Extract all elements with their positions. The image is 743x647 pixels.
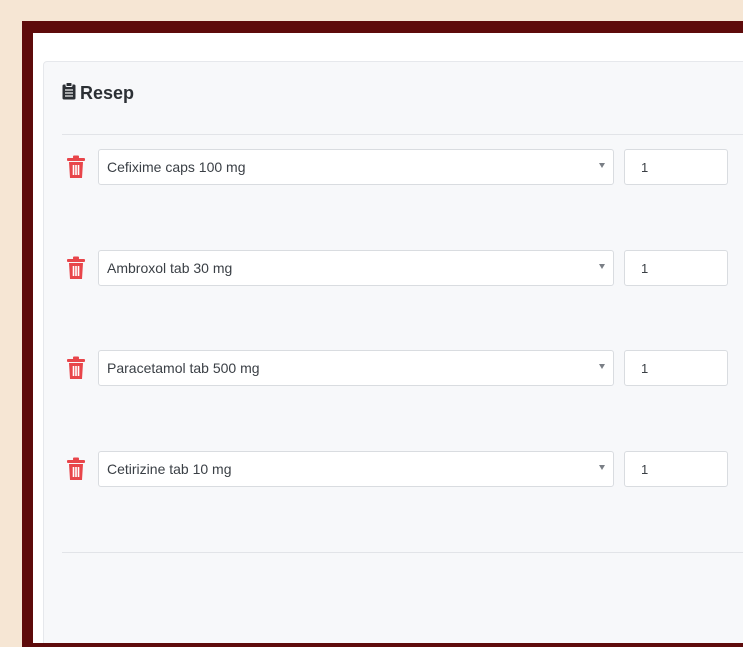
drug-select-value: Cefixime caps 100 mg	[107, 159, 246, 175]
caret-down-icon	[599, 264, 605, 269]
recipe-row: Paracetamol tab 500 mg	[64, 349, 728, 387]
drug-select-value: Paracetamol tab 500 mg	[107, 360, 260, 376]
caret-down-icon	[599, 465, 605, 470]
quantity-input[interactable]	[624, 451, 728, 487]
recipe-row: Ambroxol tab 30 mg	[64, 249, 728, 287]
panel-header: Resep	[62, 82, 134, 105]
panel-title: Resep	[80, 83, 135, 103]
caret-down-icon	[599, 163, 605, 168]
trash-icon	[67, 155, 85, 178]
quantity-input[interactable]	[624, 149, 728, 185]
clipboard-icon	[62, 82, 76, 105]
trash-icon	[67, 457, 85, 480]
drug-select-value: Ambroxol tab 30 mg	[107, 260, 233, 276]
drug-select[interactable]: Ambroxol tab 30 mg	[98, 250, 614, 286]
screen: Resep Cefixime caps 100 mg 1 Ambroxol ta…	[33, 33, 743, 643]
delete-item-button[interactable]	[64, 456, 88, 482]
drug-select[interactable]: Paracetamol tab 500 mg	[98, 350, 614, 386]
quantity-input[interactable]	[624, 250, 728, 286]
delete-item-button[interactable]	[64, 154, 88, 180]
footer-divider	[62, 552, 743, 553]
recipe-row: Cefixime caps 100 mg	[64, 148, 728, 186]
drug-select-value: Cetirizine tab 10 mg	[107, 461, 232, 477]
drug-select[interactable]: Cefixime caps 100 mg	[98, 149, 614, 185]
quantity-input[interactable]	[624, 350, 728, 386]
caret-down-icon	[599, 364, 605, 369]
header-divider	[62, 134, 743, 135]
delete-item-button[interactable]	[64, 255, 88, 281]
recipe-panel: Resep Cefixime caps 100 mg 1 Ambroxol ta…	[43, 61, 743, 643]
trash-icon	[67, 356, 85, 379]
recipe-row: Cetirizine tab 10 mg	[64, 450, 728, 488]
trash-icon	[67, 256, 85, 279]
delete-item-button[interactable]	[64, 355, 88, 381]
drug-select[interactable]: Cetirizine tab 10 mg	[98, 451, 614, 487]
